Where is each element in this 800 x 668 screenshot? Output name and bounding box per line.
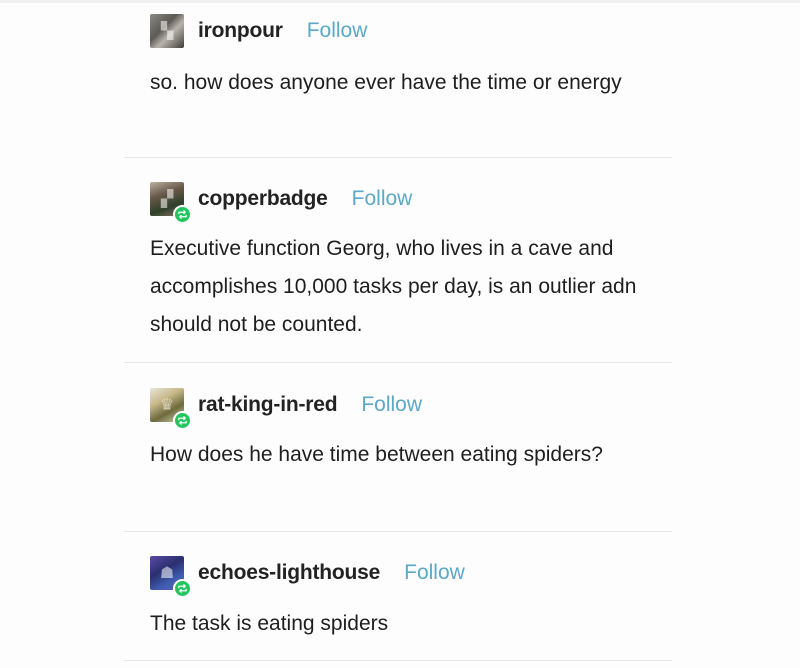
user-avatar-icon: ▚	[160, 21, 174, 40]
post-header-rat-king-in-red: ♛ rat-king-in-red Follow	[150, 388, 422, 430]
reblog-badge-icon	[173, 411, 192, 430]
username-link[interactable]: ironpour	[198, 19, 283, 43]
reblog-thread: ▚ ironpour Follow so. how does anyone ev…	[0, 0, 800, 668]
post-text: The task is eating spiders	[150, 612, 389, 635]
avatar[interactable]: ♛	[150, 388, 192, 430]
reblog-badge-icon	[173, 579, 192, 598]
post-text: How does he have time between eating spi…	[150, 443, 603, 466]
post-text: Executive function Georg, who lives in a…	[150, 237, 637, 336]
post-header-ironpour: ▚ ironpour Follow	[150, 14, 367, 48]
post-header-echoes-lighthouse: ☗ echoes-lighthouse Follow	[150, 556, 465, 598]
username-link[interactable]: rat-king-in-red	[198, 393, 338, 417]
divider	[124, 531, 672, 532]
divider	[124, 157, 672, 158]
avatar[interactable]: ☗	[150, 556, 192, 598]
follow-button[interactable]: Follow	[404, 561, 465, 585]
avatar[interactable]: ▞	[150, 182, 192, 224]
follow-button[interactable]: Follow	[307, 19, 368, 43]
username-link[interactable]: echoes-lighthouse	[198, 561, 380, 585]
username-link[interactable]: copperbadge	[198, 187, 328, 211]
avatar[interactable]: ▚	[150, 14, 184, 48]
post-header-copperbadge: ▞ copperbadge Follow	[150, 182, 413, 224]
divider	[124, 362, 672, 363]
top-edge	[0, 0, 800, 3]
divider	[124, 660, 672, 661]
follow-button[interactable]: Follow	[352, 187, 413, 211]
post-text: so. how does anyone ever have the time o…	[150, 71, 622, 94]
reblog-badge-icon	[173, 205, 192, 224]
follow-button[interactable]: Follow	[361, 393, 422, 417]
